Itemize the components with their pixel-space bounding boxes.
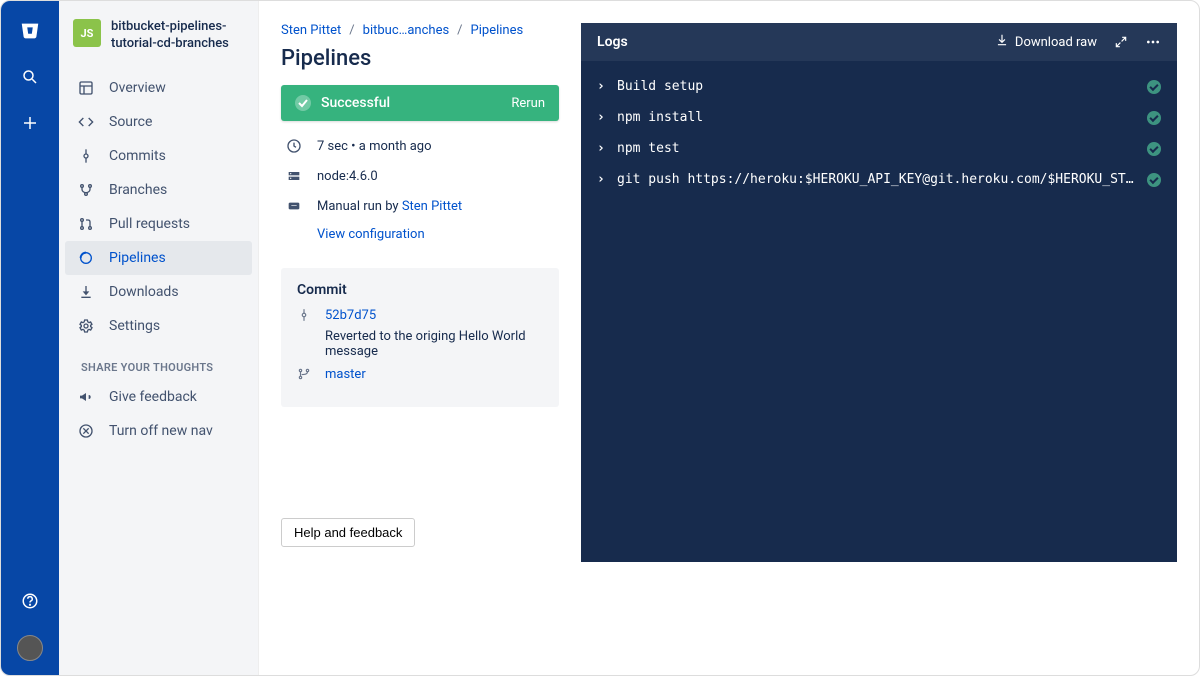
log-step[interactable]: › npm test: [593, 133, 1165, 164]
sidebar-item-label: Commits: [109, 148, 166, 164]
chevron-right-icon: ›: [597, 79, 607, 94]
bitbucket-logo-icon[interactable]: [18, 19, 42, 43]
global-nav-rail: [1, 1, 59, 675]
pipeline-meta: 7 sec • a month ago node:4.6.0 Manual ru…: [281, 135, 559, 250]
sidebar-item-pull-requests[interactable]: Pull requests: [65, 207, 252, 241]
sidebar-item-commits[interactable]: Commits: [65, 139, 252, 173]
log-step-command: Build setup: [617, 79, 1137, 94]
commit-message: Reverted to the origing Hello World mess…: [325, 329, 543, 359]
branch-link[interactable]: master: [325, 367, 366, 382]
repo-header[interactable]: JS bitbucket-pipelines-tutorial-cd-branc…: [59, 19, 258, 67]
pipeline-duration-age: 7 sec • a month ago: [317, 139, 432, 154]
sidebar-item-settings[interactable]: Settings: [65, 309, 252, 343]
sidebar-item-downloads[interactable]: Downloads: [65, 275, 252, 309]
chevron-right-icon: ›: [597, 141, 607, 156]
search-icon[interactable]: [18, 65, 42, 89]
log-step[interactable]: › Build setup: [593, 71, 1165, 102]
more-icon[interactable]: [1145, 34, 1161, 50]
repo-sidebar: JS bitbucket-pipelines-tutorial-cd-branc…: [59, 1, 259, 675]
sidebar-item-feedback[interactable]: Give feedback: [65, 380, 252, 414]
pipeline-status-bar: Successful Rerun: [281, 85, 559, 121]
source-icon: [77, 113, 95, 131]
sidebar-item-label: Give feedback: [109, 389, 197, 405]
sidebar-section-header: SHARE YOUR THOUGHTS: [65, 343, 252, 380]
step-success-icon: [1147, 142, 1161, 156]
settings-icon: [77, 317, 95, 335]
sidebar-item-label: Source: [109, 114, 152, 130]
logs-body: › Build setup › npm install › npm test ›…: [581, 61, 1177, 205]
downloads-icon: [77, 283, 95, 301]
commit-card: Commit 52b7d75 Reverted to the origing H…: [281, 268, 559, 407]
chevron-right-icon: ›: [597, 110, 607, 125]
logs-header: Logs Download raw: [581, 23, 1177, 61]
help-icon[interactable]: [18, 589, 42, 613]
sidebar-item-label: Settings: [109, 318, 160, 334]
branch-icon: [297, 367, 311, 385]
log-step[interactable]: › git push https://heroku:$HEROKU_API_KE…: [593, 164, 1165, 195]
commits-icon: [77, 147, 95, 165]
sidebar-item-branches[interactable]: Branches: [65, 173, 252, 207]
help-and-feedback-button[interactable]: Help and feedback: [281, 518, 415, 547]
repo-name: bitbucket-pipelines-tutorial-cd-branches: [111, 19, 244, 53]
page-title: Pipelines: [281, 46, 559, 71]
pipelines-icon: [77, 249, 95, 267]
commit-sha-link[interactable]: 52b7d75: [325, 308, 376, 323]
repo-logo-icon: JS: [73, 19, 101, 47]
check-circle-icon: [295, 95, 311, 111]
log-step-command: npm install: [617, 110, 1137, 125]
sidebar-item-pipelines[interactable]: Pipelines: [65, 241, 252, 275]
user-avatar[interactable]: [17, 635, 43, 661]
branches-icon: [77, 181, 95, 199]
clock-icon: [285, 137, 303, 155]
expand-icon[interactable]: [1113, 34, 1129, 50]
trigger-user-link[interactable]: Sten Pittet: [402, 199, 462, 214]
sidebar-item-label: Pull requests: [109, 216, 190, 232]
docker-image-icon: [285, 167, 303, 185]
sidebar-item-label: Turn off new nav: [109, 423, 213, 439]
sidebar-item-overview[interactable]: Overview: [65, 71, 252, 105]
pipeline-trigger: Manual run by Sten Pittet: [317, 199, 462, 214]
breadcrumb: Sten Pittet / bitbuc…anches / Pipelines: [281, 23, 559, 38]
sidebar-item-label: Branches: [109, 182, 167, 198]
step-success-icon: [1147, 80, 1161, 94]
breadcrumb-link-repo[interactable]: bitbuc…anches: [363, 23, 450, 38]
step-success-icon: [1147, 173, 1161, 187]
sidebar-item-label: Pipelines: [109, 250, 166, 266]
download-icon: [995, 33, 1009, 51]
breadcrumb-link-section[interactable]: Pipelines: [471, 23, 524, 38]
sidebar-item-label: Overview: [109, 80, 166, 96]
log-step[interactable]: › npm install: [593, 102, 1165, 133]
rerun-button[interactable]: Rerun: [511, 96, 545, 111]
sidebar-item-source[interactable]: Source: [65, 105, 252, 139]
add-icon[interactable]: [18, 111, 42, 135]
sidebar-item-turn-off-nav[interactable]: Turn off new nav: [65, 414, 252, 448]
pipeline-status-label: Successful: [321, 95, 390, 111]
breadcrumb-separator: /: [457, 23, 462, 38]
commit-heading: Commit: [297, 282, 543, 298]
logs-panel: Logs Download raw › Build setup › npm in…: [581, 23, 1177, 562]
overview-icon: [77, 79, 95, 97]
step-success-icon: [1147, 111, 1161, 125]
view-configuration-link[interactable]: View configuration: [317, 227, 425, 242]
logs-title: Logs: [597, 34, 628, 50]
close-circle-icon: [77, 422, 95, 440]
log-step-command: npm test: [617, 141, 1137, 156]
log-step-command: git push https://heroku:$HEROKU_API_KEY@…: [617, 172, 1137, 187]
megaphone-icon: [77, 388, 95, 406]
breadcrumb-link-user[interactable]: Sten Pittet: [281, 23, 341, 38]
pipeline-image: node:4.6.0: [317, 169, 378, 184]
commit-icon: [297, 308, 311, 326]
breadcrumb-separator: /: [349, 23, 354, 38]
pull-requests-icon: [77, 215, 95, 233]
sidebar-item-label: Downloads: [109, 284, 179, 300]
main-column: Sten Pittet / bitbuc…anches / Pipelines …: [259, 1, 581, 675]
download-raw-button[interactable]: Download raw: [995, 33, 1097, 51]
manual-trigger-icon: [285, 197, 303, 215]
chevron-right-icon: ›: [597, 172, 607, 187]
